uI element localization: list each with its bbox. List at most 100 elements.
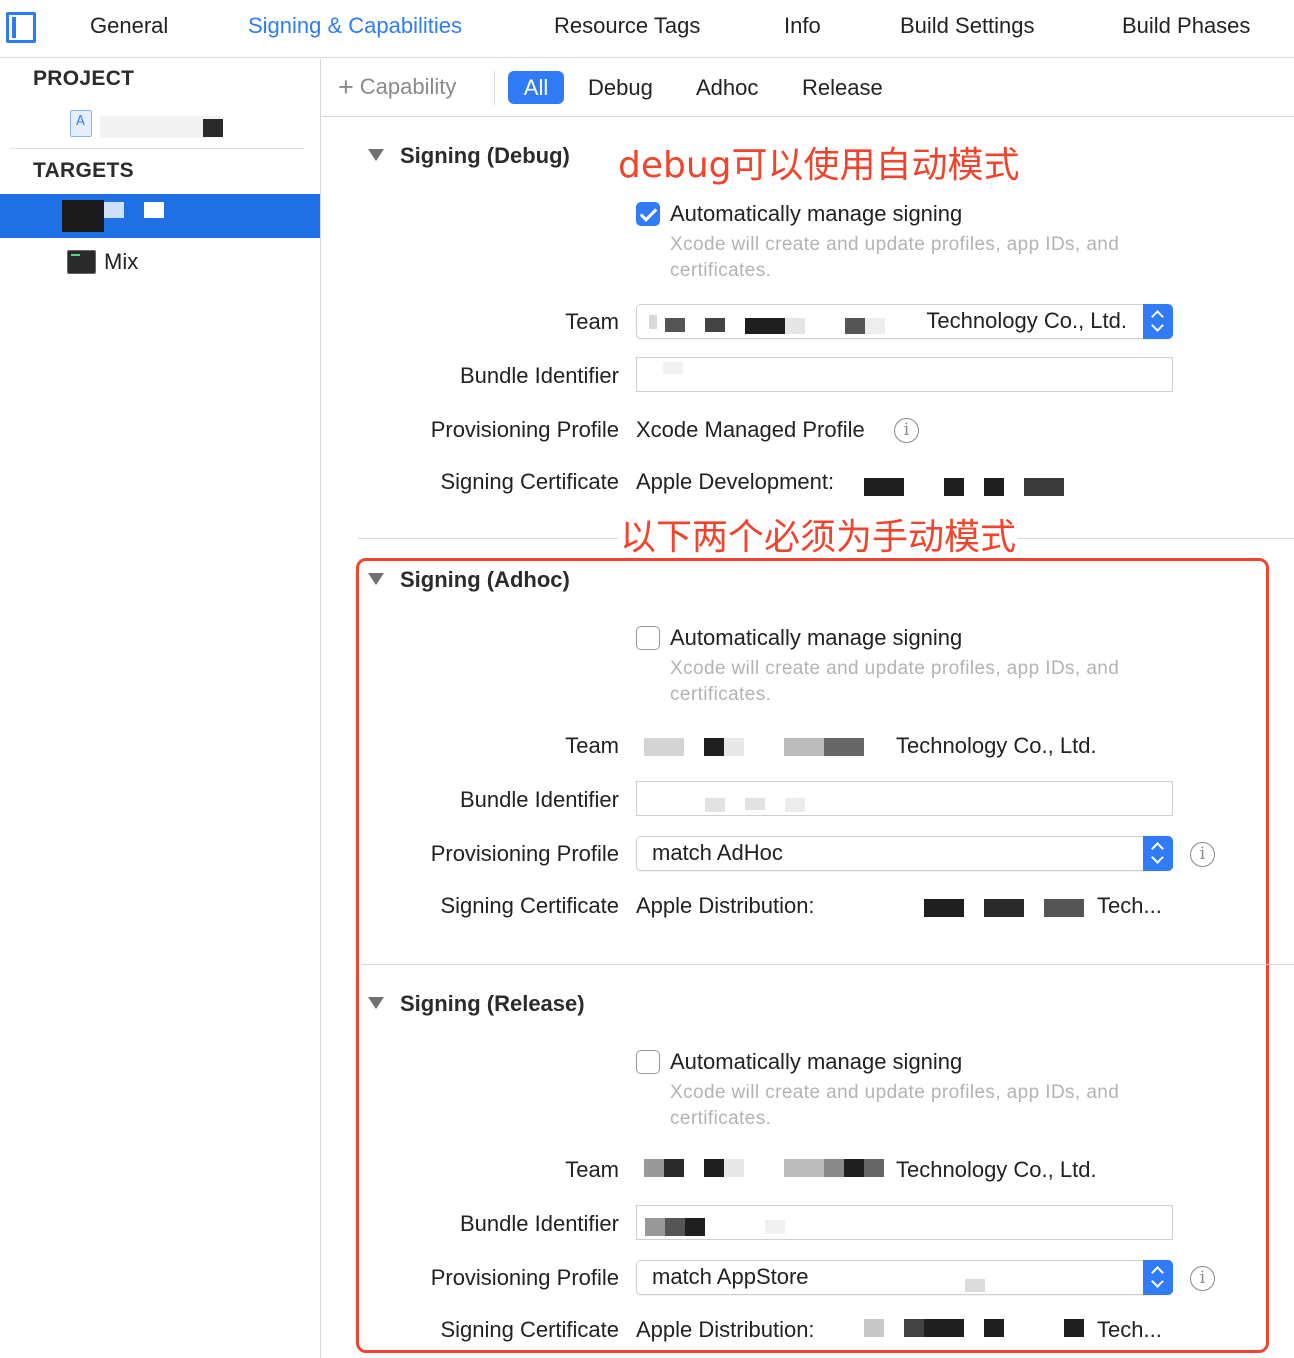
redacted-block <box>984 899 1024 917</box>
tab-signing-capabilities[interactable]: Signing & Capabilities <box>248 13 462 39</box>
sidebar-divider <box>10 148 304 149</box>
redacted-block <box>924 899 964 917</box>
redacted-target-icon <box>62 200 104 232</box>
redacted-block <box>705 318 725 332</box>
auto-manage-hint: Xcode will create and update profiles, a… <box>670 658 1120 705</box>
project-file-icon[interactable] <box>70 110 92 137</box>
add-capability-button[interactable]: + Capability <box>338 72 456 103</box>
targets-header: TARGETS <box>33 159 134 182</box>
redacted-block <box>984 1319 1004 1337</box>
plus-icon: + <box>338 72 354 102</box>
tab-resource-tags[interactable]: Resource Tags <box>554 13 700 39</box>
bundle-identifier-label: Bundle Identifier <box>460 787 619 812</box>
redacted-block <box>644 738 684 756</box>
redacted-block <box>784 738 824 756</box>
redacted-block <box>904 1319 924 1337</box>
signing-adhoc-header[interactable]: Signing (Adhoc) <box>368 567 570 593</box>
team-value: Technology Co., Ltd. <box>896 1157 1097 1182</box>
signing-certificate-label: Signing Certificate <box>440 469 619 494</box>
disclosure-triangle-icon[interactable] <box>368 149 384 161</box>
section-divider <box>362 964 1294 965</box>
sidebar-item-target-selected[interactable] <box>0 194 320 238</box>
popup-stepper-icon <box>1143 304 1173 339</box>
provisioning-profile-label: Provisioning Profile <box>430 1265 619 1290</box>
popup-stepper-icon <box>1143 836 1173 871</box>
editor-tab-bar: General Signing & Capabilities Resource … <box>0 0 1294 58</box>
signing-certificate-label: Signing Certificate <box>440 1317 619 1342</box>
auto-manage-label: Automatically manage signing <box>670 1049 963 1074</box>
redacted-block <box>665 1218 685 1236</box>
redacted-block <box>663 362 683 374</box>
section-title: Signing (Debug) <box>400 143 570 168</box>
auto-manage-label: Automatically manage signing <box>670 201 963 226</box>
capability-label: Capability <box>359 74 457 99</box>
terminal-target-icon <box>67 250 96 274</box>
redacted-block <box>944 478 964 496</box>
bundle-identifier-field-debug[interactable] <box>636 357 1173 392</box>
segment-adhoc[interactable]: Adhoc <box>696 75 758 101</box>
provisioning-profile-popup-adhoc[interactable]: match AdHoc <box>636 836 1173 871</box>
info-icon[interactable]: i <box>894 418 919 443</box>
redacted-block <box>864 1319 884 1337</box>
redacted-block <box>864 1159 884 1177</box>
signing-certificate-value: Apple Distribution: <box>636 893 815 918</box>
auto-manage-checkbox-adhoc[interactable] <box>636 626 660 650</box>
redacted-block <box>649 315 657 329</box>
redacted-block <box>724 1159 744 1177</box>
team-label: Team <box>565 1157 619 1182</box>
redacted-block <box>664 1159 684 1177</box>
disclosure-triangle-icon[interactable] <box>368 997 384 1009</box>
redacted-block <box>1064 1319 1084 1337</box>
provisioning-profile-popup-release[interactable]: match AppStore <box>636 1260 1173 1295</box>
auto-manage-checkbox-debug[interactable] <box>636 202 660 226</box>
signing-certificate-value: Apple Distribution: <box>636 1317 815 1342</box>
redacted-block <box>704 738 724 756</box>
redacted-block <box>685 1218 705 1236</box>
info-icon[interactable]: i <box>1190 842 1215 867</box>
segment-all[interactable]: All <box>508 71 564 104</box>
redacted-block <box>824 1159 844 1177</box>
bundle-identifier-field-release[interactable] <box>636 1205 1173 1240</box>
section-title: Signing (Adhoc) <box>400 567 570 592</box>
team-label: Team <box>565 733 619 758</box>
segment-debug[interactable]: Debug <box>588 75 653 101</box>
redacted-block <box>865 318 885 334</box>
tab-info[interactable]: Info <box>784 13 821 39</box>
team-popup-debug[interactable]: Technology Co., Ltd. <box>636 304 1173 339</box>
signing-debug-header[interactable]: Signing (Debug) <box>368 143 570 169</box>
bundle-identifier-field-adhoc[interactable] <box>636 781 1173 816</box>
redacted-block <box>645 1218 665 1236</box>
redacted-block <box>784 1159 824 1177</box>
bundle-identifier-label: Bundle Identifier <box>460 1211 619 1236</box>
redacted-block <box>864 478 904 496</box>
popup-stepper-icon <box>1143 1260 1173 1295</box>
auto-manage-checkbox-release[interactable] <box>636 1050 660 1074</box>
redacted-block <box>203 119 223 137</box>
team-label: Team <box>565 309 619 334</box>
annotation-manual-note: 以下两个必须为手动模式 <box>618 508 1019 560</box>
tab-build-settings[interactable]: Build Settings <box>900 13 1035 39</box>
info-icon[interactable]: i <box>1190 1266 1215 1291</box>
signing-certificate-value: Apple Development: <box>636 469 835 494</box>
disclosure-triangle-icon[interactable] <box>368 573 384 585</box>
tab-general[interactable]: General <box>90 13 168 39</box>
redacted-block <box>144 202 164 218</box>
signing-certificate-label: Signing Certificate <box>440 893 619 918</box>
sidebar-item-mix[interactable]: Mix <box>104 249 138 275</box>
redacted-block <box>765 1220 785 1234</box>
bundle-identifier-label: Bundle Identifier <box>460 363 619 388</box>
signing-certificate-suffix: Tech... <box>1097 1317 1162 1342</box>
provisioning-profile-value: Xcode Managed Profile <box>636 417 865 442</box>
redacted-block <box>644 1159 664 1177</box>
signing-release-header[interactable]: Signing (Release) <box>368 991 585 1017</box>
provisioning-profile-value: match AdHoc <box>652 840 783 865</box>
segment-release[interactable]: Release <box>802 75 883 101</box>
section-title: Signing (Release) <box>400 991 585 1016</box>
tab-build-phases[interactable]: Build Phases <box>1122 13 1250 39</box>
redacted-block <box>1024 478 1064 496</box>
redacted-block <box>665 318 685 332</box>
redacted-block <box>1044 899 1084 917</box>
sidebar-toggle-icon[interactable] <box>6 12 36 43</box>
redacted-block <box>844 1159 864 1177</box>
redacted-block <box>824 738 864 756</box>
